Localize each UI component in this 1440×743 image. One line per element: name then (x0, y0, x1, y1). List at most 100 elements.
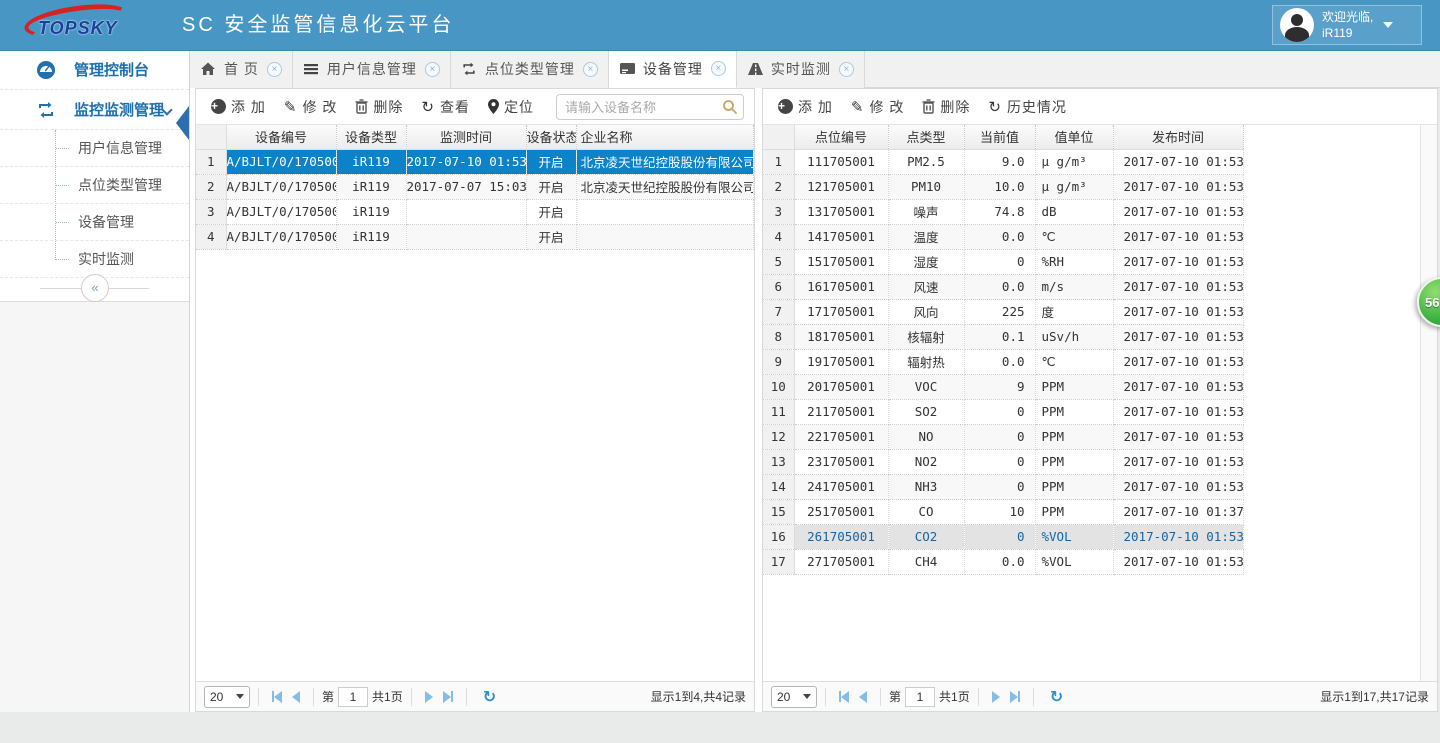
search-input[interactable] (556, 94, 744, 120)
table-row[interactable]: 6161705001风速0.0m/s2017-07-10 01:53:21 (763, 274, 1243, 299)
cell: PPM (1035, 374, 1113, 399)
first-page-button[interactable] (839, 691, 849, 703)
cell: 温度 (888, 224, 964, 249)
table-row[interactable]: 1A/BJLT/0/1705001iR1192017-07-10 01:53:2… (196, 149, 754, 174)
column-header[interactable]: 当前值 (964, 125, 1035, 149)
table-row[interactable]: 3131705001噪声74.8dB2017-07-10 01:53:22 (763, 199, 1243, 224)
add-button[interactable]: + 添 加 (211, 97, 266, 117)
cell: iR119 (336, 174, 406, 199)
table-row[interactable]: 2121705001PM1010.0μ g/m³2017-07-10 01:53… (763, 174, 1243, 199)
column-header[interactable]: 值单位 (1035, 125, 1113, 149)
column-header[interactable]: 设备状态 (526, 125, 576, 149)
prev-page-button[interactable] (859, 691, 867, 703)
cell: 0.0 (964, 349, 1035, 374)
last-page-button[interactable] (1010, 691, 1020, 703)
tab-device-mgmt[interactable]: 设备管理 × (609, 50, 737, 88)
page-title: SC 安全监管信息化云平台 (182, 0, 454, 50)
cell: 2017-07-10 01:53:22 (1113, 449, 1243, 474)
edit-button[interactable]: ✎ 修 改 (284, 97, 337, 117)
delete-button[interactable]: 删除 (922, 97, 970, 117)
table-row[interactable]: 4A/BJLT/0/1705004iR119开启 (196, 224, 754, 249)
page-number-input[interactable] (338, 687, 368, 707)
table-row[interactable]: 14241705001NH30PPM2017-07-10 01:53:21 (763, 474, 1243, 499)
cell (406, 199, 526, 224)
cell: A/BJLT/0/1705002 (226, 174, 336, 199)
last-page-button[interactable] (443, 691, 453, 703)
add-button[interactable]: + 添 加 (778, 97, 833, 117)
cell: 241705001 (794, 474, 888, 499)
sidebar-item-point-type[interactable]: 点位类型管理 (0, 167, 189, 204)
table-row[interactable]: 10201705001VOC9PPM2017-07-10 01:53:22 (763, 374, 1243, 399)
table-row[interactable]: 9191705001辐射热0.0℃2017-07-10 01:53:21 (763, 349, 1243, 374)
table-row[interactable]: 13231705001NO20PPM2017-07-10 01:53:22 (763, 449, 1243, 474)
cell: 0 (964, 249, 1035, 274)
table-row[interactable]: 11211705001SO20PPM2017-07-10 01:53:22 (763, 399, 1243, 424)
first-page-button[interactable] (272, 691, 282, 703)
next-page-button[interactable] (992, 691, 1000, 703)
view-button[interactable]: ↻ 查看 (421, 97, 470, 117)
cell: 2017-07-10 01:53:22 (1113, 524, 1243, 549)
cell: 0 (964, 424, 1035, 449)
tab-realtime[interactable]: 实时监测 × (737, 50, 865, 88)
refresh-button[interactable]: ↻ (483, 687, 496, 706)
column-header[interactable]: 企业名称 (576, 125, 754, 149)
column-header[interactable]: 设备编号 (226, 125, 336, 149)
delete-button[interactable]: 删除 (355, 97, 403, 117)
close-icon[interactable]: × (839, 62, 854, 77)
refresh-button[interactable]: ↻ (1050, 687, 1063, 706)
column-header[interactable]: 点位编号 (794, 125, 888, 149)
table-row[interactable]: 4141705001温度0.0℃2017-07-10 01:53:22 (763, 224, 1243, 249)
tab-user-info[interactable]: 用户信息管理 × (293, 50, 451, 88)
cell: 北京凌天世纪控股股份有限公司 (576, 149, 754, 174)
row-number-cell: 1 (196, 149, 226, 174)
table-row[interactable]: 15251705001CO10PPM2017-07-10 01:37:01 (763, 499, 1243, 524)
user-menu[interactable]: 欢迎光临, iR119 (1272, 5, 1422, 45)
locate-button[interactable]: 定位 (488, 97, 534, 117)
cell: 121705001 (794, 174, 888, 199)
search-icon[interactable] (722, 99, 738, 115)
sidebar-item-user-info[interactable]: 用户信息管理 (0, 130, 189, 167)
table-row[interactable]: 8181705001核辐射0.1uSv/h2017-07-10 01:53:21 (763, 324, 1243, 349)
column-header[interactable]: 发布时间 (1113, 125, 1243, 149)
column-header[interactable]: 监测时间 (406, 125, 526, 149)
table-row[interactable]: 2A/BJLT/0/1705002iR1192017-07-07 15:03:0… (196, 174, 754, 199)
row-number-cell: 15 (763, 499, 794, 524)
sidebar-collapse-button[interactable]: « (81, 274, 109, 302)
close-icon[interactable]: × (711, 61, 726, 76)
tab-point-type[interactable]: 点位类型管理 × (451, 50, 609, 88)
sidebar-item-monitor-mgmt[interactable]: 监控监测管理 (0, 90, 189, 130)
close-icon[interactable]: × (267, 62, 282, 77)
sidebar-item-device-mgmt[interactable]: 设备管理 (0, 204, 189, 241)
history-button[interactable]: ↻ 历史情况 (988, 97, 1067, 117)
table-row[interactable]: 16261705001CO20%VOL2017-07-10 01:53:22 (763, 524, 1243, 549)
cell: 2017-07-10 01:53:22 (1113, 199, 1243, 224)
cell: 核辐射 (888, 324, 964, 349)
close-icon[interactable]: × (425, 62, 440, 77)
record-summary: 显示1到17,共17记录 (1320, 688, 1429, 705)
sidebar-item-realtime[interactable]: 实时监测 (0, 241, 189, 278)
tab-home[interactable]: 首 页 × (190, 50, 293, 88)
page-number-input[interactable] (905, 687, 935, 707)
table-row[interactable]: 12221705001NO0PPM2017-07-10 01:53:21 (763, 424, 1243, 449)
page-total-label: 共1页 (939, 688, 970, 705)
close-icon[interactable]: × (583, 62, 598, 77)
prev-page-button[interactable] (292, 691, 300, 703)
table-row[interactable]: 1111705001PM2.59.0μ g/m³2017-07-10 01:53… (763, 149, 1243, 174)
page-size-select[interactable]: 20 (204, 686, 250, 708)
vertical-scrollbar[interactable] (1420, 125, 1437, 681)
next-page-button[interactable] (425, 691, 433, 703)
sidebar-item-console[interactable]: 管理控制台 (0, 50, 189, 90)
cell: %RH (1035, 249, 1113, 274)
table-row[interactable]: 3A/BJLT/0/1705003iR119开启 (196, 199, 754, 224)
edit-button[interactable]: ✎ 修 改 (851, 97, 904, 117)
avatar[interactable] (1280, 8, 1314, 42)
column-header[interactable]: 点类型 (888, 125, 964, 149)
page-label: 第 (322, 688, 334, 705)
table-row[interactable]: 5151705001湿度0%RH2017-07-10 01:53:22 (763, 249, 1243, 274)
cell: PPM (1035, 399, 1113, 424)
table-row[interactable]: 17271705001CH40.0%VOL2017-07-10 01:53:21 (763, 549, 1243, 574)
table-row[interactable]: 7171705001风向225度2017-07-10 01:53:21 (763, 299, 1243, 324)
column-header[interactable]: 设备类型 (336, 125, 406, 149)
chevron-down-icon[interactable] (1383, 22, 1393, 28)
page-size-select[interactable]: 20 (771, 686, 817, 708)
